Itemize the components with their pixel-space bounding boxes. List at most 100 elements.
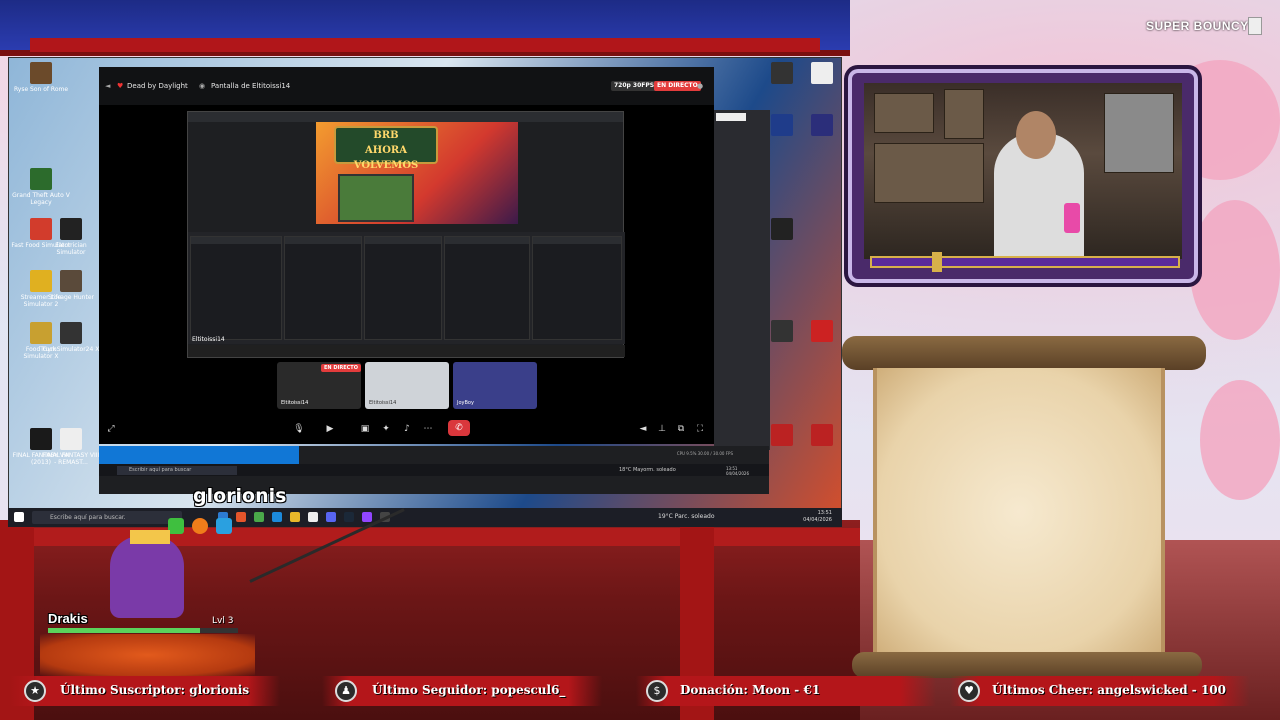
pet-dragon [110,536,184,618]
discord-icon[interactable] [326,512,336,522]
pet-crown [130,530,170,544]
desktop-icon[interactable]: Ryse Son of Rome [11,62,71,93]
banner-cheer-text: Últimos Cheer: angelswicked - 100 [992,683,1226,697]
participant-tile[interactable]: JoyBoy [453,362,537,409]
dock-scenes [284,236,362,340]
participant-tile[interactable]: EN DIRECTO Eltitoissi14 [277,362,361,409]
taskbar-app-icon[interactable] [308,512,318,522]
dollar-icon: $ [646,680,668,702]
app-icon [771,62,793,84]
popout-icon[interactable]: ⧉ [674,422,688,436]
desktop-icon[interactable] [767,114,797,138]
activities-icon[interactable]: ✦ [379,422,393,436]
taskbar-search-input[interactable]: Escribe aquí para buscar. [32,511,182,524]
inner-clock: 13:51 04/04/2026 [725,466,749,476]
game-icon [60,218,82,240]
cherry-blossom-cluster [1200,380,1280,500]
desktop-icon[interactable] [767,218,797,242]
inner-search-input[interactable]: Escribir aquí para buscar [117,466,237,475]
cherry-blossom-cluster [1190,200,1280,340]
obs-menu-bar [188,112,623,122]
stream-owner-label: Eltitoissi14 [192,336,225,343]
taskbar-weather: 19°C Parc. soleado [658,513,715,520]
game-icon [60,270,82,292]
app-icon [811,424,833,446]
game-icon [30,168,52,190]
heart-icon: ♥ [117,82,124,90]
badge-icon [168,518,184,534]
windows-taskbar: Escribe aquí para buscar. 19°C Parc. sol… [8,508,842,527]
app-icon [811,320,833,342]
desktop-icon[interactable] [807,320,837,344]
folder-icon[interactable] [290,512,300,522]
tv-graphic [338,174,414,222]
shared-screen: BRB AHORA VOLVEMOS Eltitoissi14 [187,111,625,358]
desktop-icon[interactable] [807,424,837,448]
edge-icon[interactable] [272,512,282,522]
live-badge: EN DIRECTO [654,81,701,91]
windows-start-icon[interactable] [14,512,24,522]
banner-subscriber-text: Último Suscriptor: glorionis [60,683,250,697]
tile-name: Eltitoissi14 [281,400,309,406]
stream-title: Pantalla de Eltitoissi14 [211,82,291,90]
autumn-leaves [40,634,255,676]
panel-bar [716,113,746,121]
desktop-icon[interactable] [767,424,797,448]
webcam-feed [864,83,1182,259]
super-bouncy-label: SUPER BOUNCY [1146,19,1249,33]
scroll-bottom-rod [852,652,1202,678]
quality-badge: 720p 30FPS [611,81,658,91]
brb-sign: BRB AHORA VOLVEMOS [334,126,438,171]
desktop-icon[interactable]: Grand Theft Auto V Legacy [11,168,71,206]
tile-name: JoyBoy [457,400,474,406]
microphone-icon[interactable]: 🎙 [292,422,306,436]
camera-icon[interactable]: ▶ [323,422,337,436]
scroll-paper [873,368,1165,656]
square-icon [1248,17,1262,35]
chrome-icon[interactable] [254,512,264,522]
volume-icon[interactable]: ◄ [636,422,650,436]
app-icon [771,424,793,446]
chat-username: glorionis [193,485,287,507]
participant-tile[interactable]: Eltitoissi14 [365,362,449,409]
star-icon: ★ [24,680,46,702]
game-icon [60,322,82,344]
desktop-icon[interactable] [767,320,797,344]
end-call-button[interactable]: ✆ [448,420,470,436]
desktop-icon[interactable]: Electrician Simulator [41,218,101,256]
pet-level: Lvl 3 [212,616,234,626]
badge-icon [192,518,208,534]
desktop-icon[interactable]: GymSimulator24 X [41,322,101,353]
fullscreen-icon[interactable]: ⛶ [693,422,707,436]
user-icon: ♟ [335,680,357,702]
desktop-icon[interactable] [807,114,837,138]
chat-icon[interactable]: ● [697,82,703,90]
speaker-icon[interactable]: ◄ [105,82,110,90]
twitch-icon[interactable] [362,512,372,522]
taskbar-app-icon[interactable] [236,512,246,522]
channel-title: Dead by Daylight [127,82,188,90]
app-icon [811,62,833,84]
discord-stream-window: ◄ ♥ Dead by Daylight ◉ Pantalla de Eltit… [99,67,714,444]
soundboard-icon[interactable]: ♪ [400,422,414,436]
shelf [874,93,934,133]
obs-docks [188,232,625,344]
dock-stats [190,236,282,340]
screen-share-icon[interactable]: ▣ [358,422,372,436]
expand-icon[interactable]: ⤢ [104,422,118,436]
mask-decor [1104,93,1174,173]
steam-icon[interactable] [344,512,354,522]
dock-audio-mixer [444,236,530,340]
desktop-icon[interactable]: Storage Hunter [41,270,101,301]
desktop-icon[interactable] [807,62,837,86]
app-icon [771,218,793,240]
desktop-icon[interactable]: FINAL FANTASY VIII - REMAST... [41,428,101,466]
streamer-head [1016,111,1056,159]
pet-hp-fill [48,628,200,633]
desktop-icon[interactable] [767,62,797,86]
obs-side-panel [714,110,770,450]
pin-icon[interactable]: ⊥ [655,422,669,436]
more-icon[interactable]: ⋯ [421,422,435,436]
dock-sources [364,236,442,340]
obs-preview: BRB AHORA VOLVEMOS [316,122,518,224]
